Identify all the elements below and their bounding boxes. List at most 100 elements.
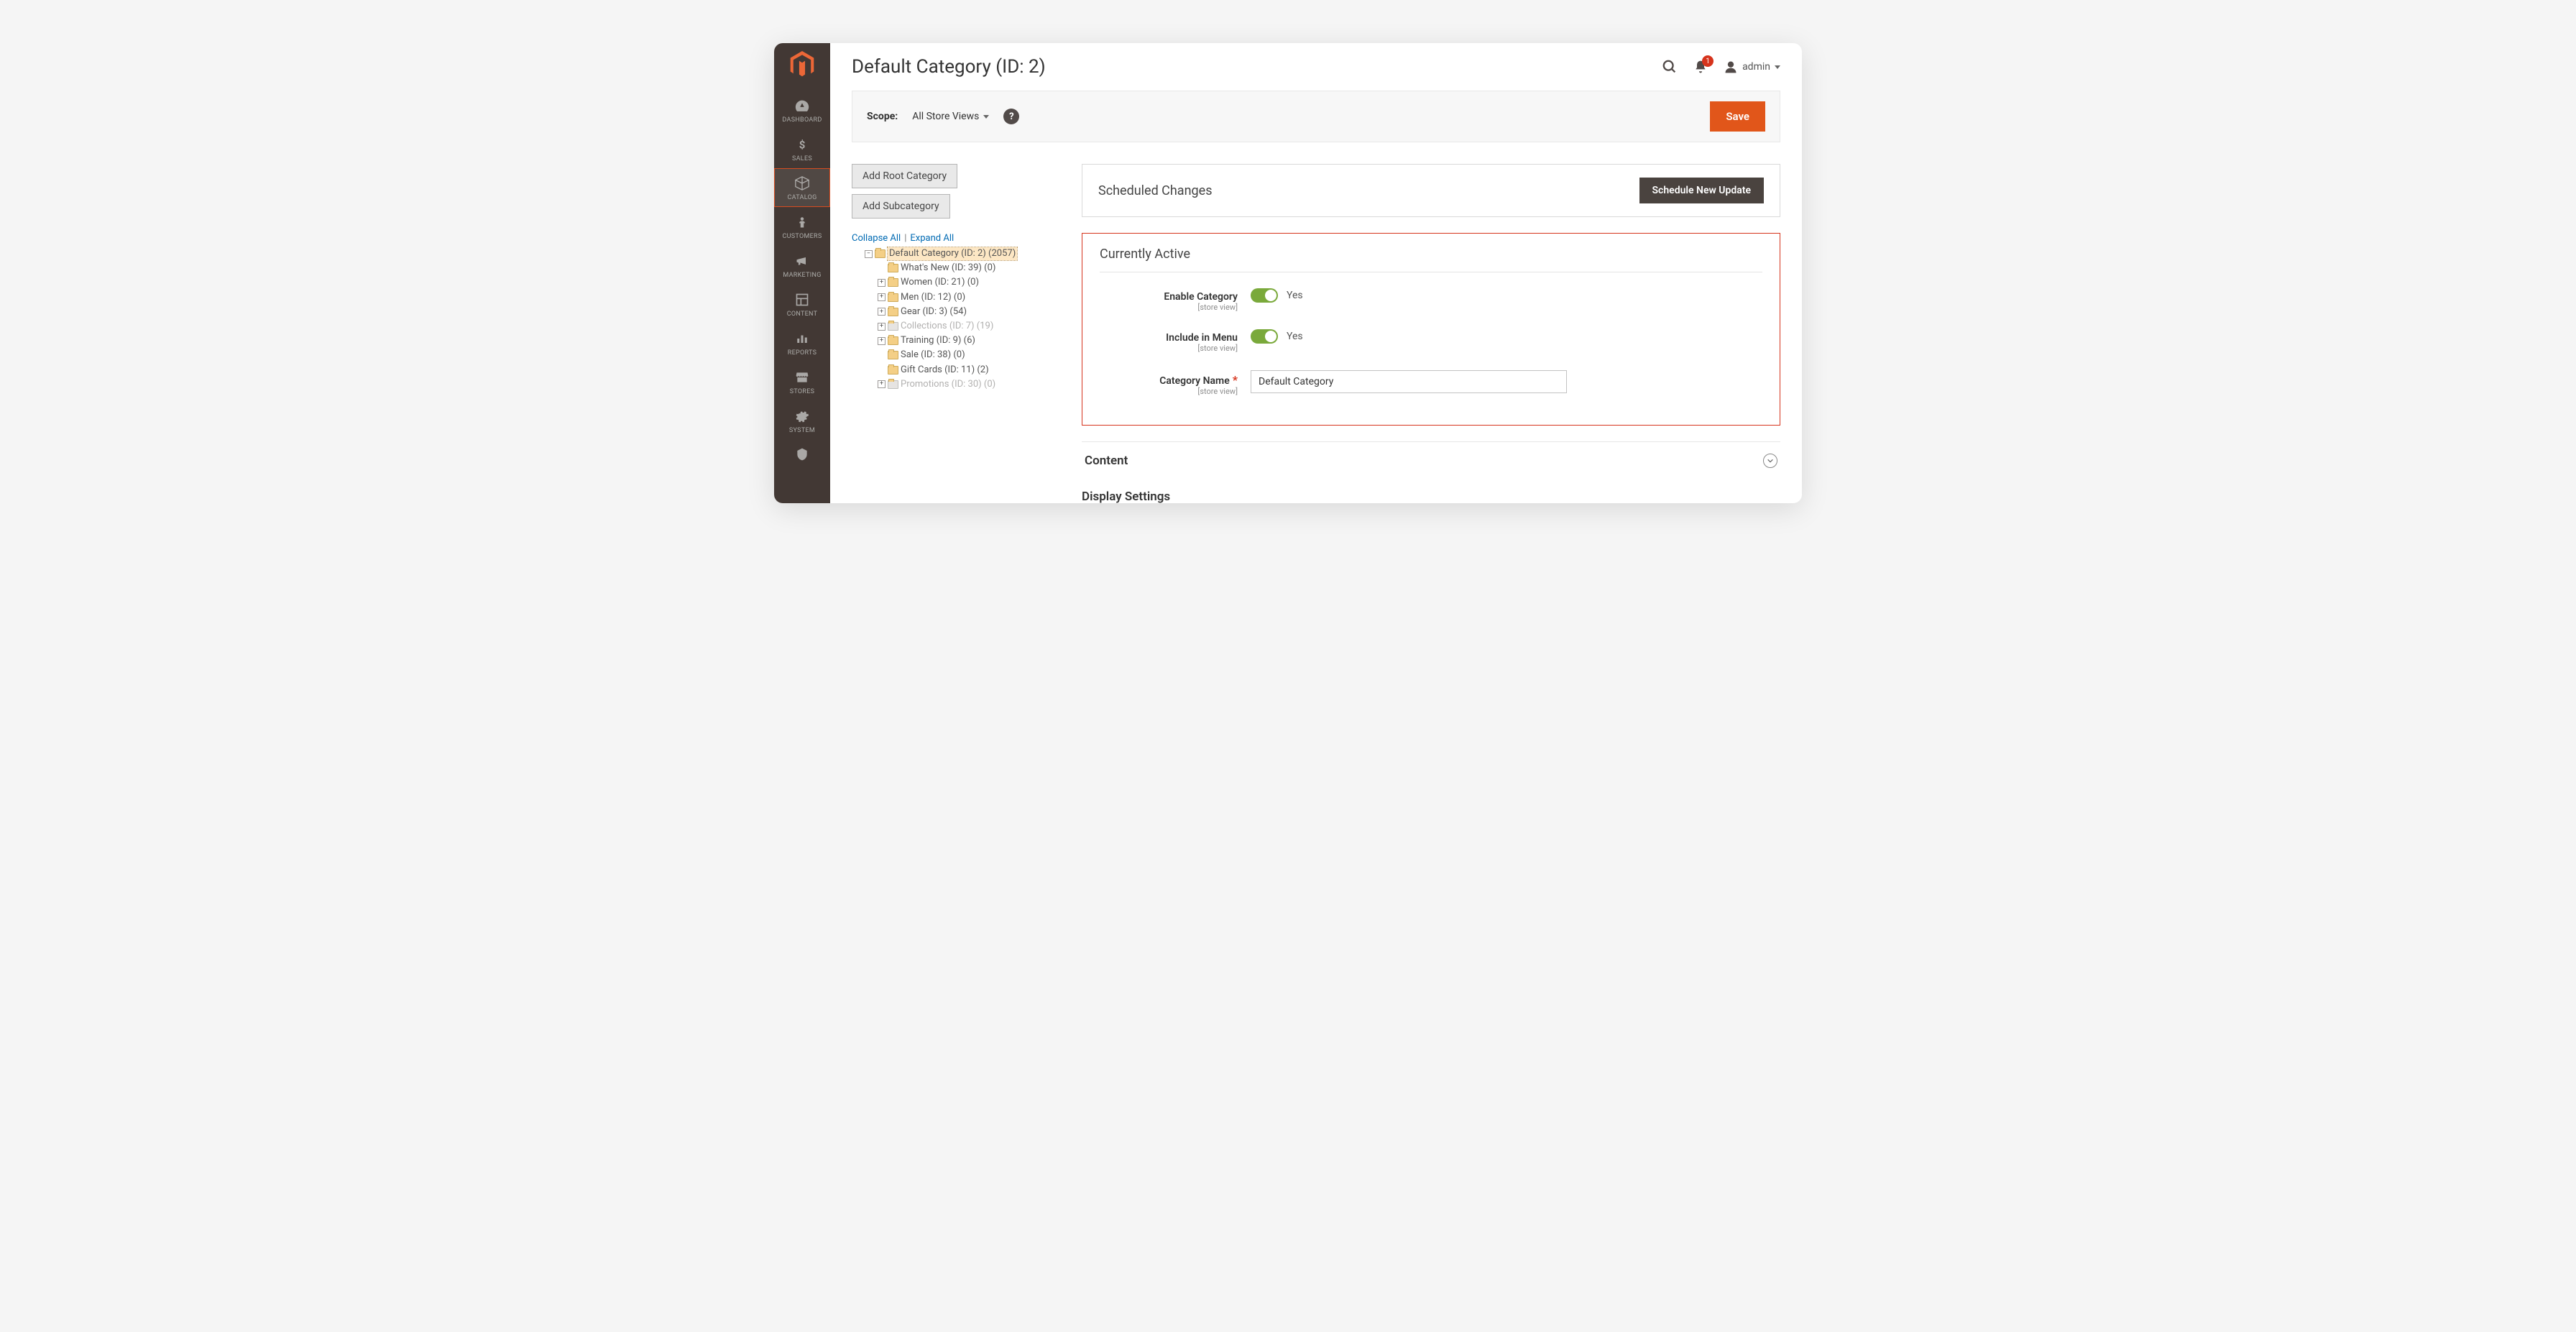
sidebar-item-dashboard[interactable]: DASHBOARD: [774, 91, 830, 129]
sidebar: DASHBOARD $ SALES CATALOG CUSTOMERS MARK…: [774, 43, 830, 503]
tree-node[interactable]: + Men (ID: 12) (0): [852, 290, 1067, 305]
enable-category-toggle[interactable]: [1251, 288, 1278, 303]
app-window: DASHBOARD $ SALES CATALOG CUSTOMERS MARK…: [774, 43, 1802, 503]
tree-toggle-icon[interactable]: +: [878, 323, 886, 331]
required-star-icon: *: [1233, 373, 1238, 387]
partners-icon: [794, 447, 810, 461]
scope-hint: [store view]: [1100, 344, 1238, 353]
toggle-state: Yes: [1287, 331, 1303, 342]
tree-node[interactable]: + Collections (ID: 7) (19): [852, 319, 1067, 334]
folder-icon: [888, 336, 898, 345]
tree-toggle-icon[interactable]: +: [878, 337, 886, 345]
gear-icon: [794, 408, 810, 424]
tree-toggle-icon[interactable]: −: [865, 250, 873, 258]
currently-active-title: Currently Active: [1100, 247, 1762, 272]
help-icon[interactable]: ?: [1003, 109, 1019, 124]
enable-category-label: Enable Category: [1100, 291, 1238, 303]
page-title: Default Category (ID: 2): [852, 56, 1662, 78]
scope-hint: [store view]: [1100, 387, 1238, 396]
schedule-new-update-button[interactable]: Schedule New Update: [1639, 178, 1765, 203]
tree-node-root[interactable]: − Default Category (ID: 2) (2057): [852, 247, 1067, 261]
folder-icon: [888, 366, 898, 375]
chevron-down-icon: [1763, 454, 1777, 468]
dollar-icon: $: [794, 137, 810, 152]
toggle-state: Yes: [1287, 290, 1303, 301]
add-root-category-button[interactable]: Add Root Category: [852, 164, 957, 188]
sidebar-item-sales[interactable]: $ SALES: [774, 129, 830, 168]
save-button[interactable]: Save: [1710, 101, 1765, 132]
notification-badge: 1: [1702, 55, 1714, 67]
collapse-all-link[interactable]: Collapse All: [852, 233, 901, 244]
folder-icon: [888, 380, 898, 389]
folder-icon: [888, 278, 898, 287]
include-in-menu-toggle[interactable]: [1251, 329, 1278, 344]
sidebar-item-marketing[interactable]: MARKETING: [774, 246, 830, 285]
tree-node[interactable]: + Gear (ID: 3) (54): [852, 305, 1067, 319]
tree-links: Collapse All|Expand All: [852, 233, 1067, 244]
header: Default Category (ID: 2) 1 admin: [830, 43, 1802, 88]
scheduled-changes-panel: Scheduled Changes Schedule New Update: [1082, 164, 1780, 217]
folder-icon: [888, 322, 898, 331]
scope-hint: [store view]: [1100, 303, 1238, 312]
tree-toggle-icon[interactable]: +: [878, 279, 886, 287]
sidebar-item-stores[interactable]: STORES: [774, 362, 830, 401]
tree-panel: Add Root Category Add Subcategory Collap…: [852, 164, 1067, 503]
box-icon: [794, 175, 810, 191]
tree-node[interactable]: + Women (ID: 21) (0): [852, 275, 1067, 290]
scope-select[interactable]: All Store Views: [912, 111, 989, 122]
bars-icon: [794, 331, 810, 346]
megaphone-icon: [794, 253, 810, 269]
sidebar-item-catalog[interactable]: CATALOG: [774, 168, 830, 207]
include-in-menu-label: Include in Menu: [1100, 332, 1238, 344]
category-name-label: Category Name: [1159, 375, 1230, 387]
currently-active-section: Currently Active Enable Category [store …: [1082, 233, 1780, 426]
content-section-toggle[interactable]: Content: [1082, 441, 1780, 478]
field-enable-category: Enable Category [store view] Yes: [1100, 280, 1762, 321]
sidebar-item-partners[interactable]: FIND PARTNERS: [774, 440, 830, 461]
magento-logo[interactable]: [789, 52, 815, 78]
gauge-icon: [794, 98, 810, 114]
field-include-in-menu: Include in Menu [store view] Yes: [1100, 321, 1762, 362]
tree-node[interactable]: Sale (ID: 38) (0): [852, 348, 1067, 362]
sidebar-item-content[interactable]: CONTENT: [774, 285, 830, 323]
tree-node[interactable]: Gift Cards (ID: 11) (2): [852, 363, 1067, 377]
caret-down-icon: [1775, 65, 1780, 69]
tree-toggle-icon[interactable]: +: [878, 380, 886, 388]
tree-toggle-icon[interactable]: +: [878, 293, 886, 301]
category-tree: − Default Category (ID: 2) (2057) What's…: [852, 247, 1067, 392]
sidebar-item-customers[interactable]: CUSTOMERS: [774, 207, 830, 246]
folder-icon: [875, 249, 886, 258]
tree-toggle-icon[interactable]: +: [878, 308, 886, 316]
tree-node[interactable]: + Training (ID: 9) (6): [852, 334, 1067, 348]
header-actions: 1 admin: [1662, 59, 1780, 75]
svg-text:$: $: [799, 138, 806, 151]
right-panel: Scheduled Changes Schedule New Update Cu…: [1082, 164, 1780, 503]
content-area: Add Root Category Add Subcategory Collap…: [830, 142, 1802, 503]
main: Default Category (ID: 2) 1 admin Scope:: [830, 43, 1802, 503]
search-icon[interactable]: [1662, 59, 1678, 75]
expand-all-link[interactable]: Expand All: [910, 233, 954, 244]
scheduled-changes-title: Scheduled Changes: [1098, 183, 1639, 198]
category-name-input[interactable]: [1251, 370, 1567, 393]
sidebar-item-reports[interactable]: REPORTS: [774, 323, 830, 362]
person-icon: [794, 214, 810, 230]
caret-down-icon: [983, 115, 989, 119]
folder-icon: [888, 264, 898, 272]
tree-node[interactable]: + Promotions (ID: 30) (0): [852, 377, 1067, 392]
notifications-icon[interactable]: 1: [1693, 60, 1708, 74]
folder-icon: [888, 308, 898, 316]
folder-icon: [888, 351, 898, 359]
add-subcategory-button[interactable]: Add Subcategory: [852, 194, 950, 219]
scope-bar: Scope: All Store Views ? Save: [852, 91, 1780, 142]
display-settings-section-toggle[interactable]: Display Settings: [1082, 478, 1780, 503]
field-category-name: Category Name* [store view]: [1100, 362, 1762, 405]
sidebar-item-system[interactable]: SYSTEM: [774, 401, 830, 440]
tree-node[interactable]: What's New (ID: 39) (0): [852, 261, 1067, 275]
folder-icon: [888, 293, 898, 302]
user-menu[interactable]: admin: [1724, 60, 1780, 74]
storefront-icon: [794, 369, 810, 385]
user-name: admin: [1742, 61, 1770, 73]
scope-label: Scope:: [867, 111, 898, 122]
layout-icon: [794, 292, 810, 308]
user-icon: [1724, 60, 1738, 74]
